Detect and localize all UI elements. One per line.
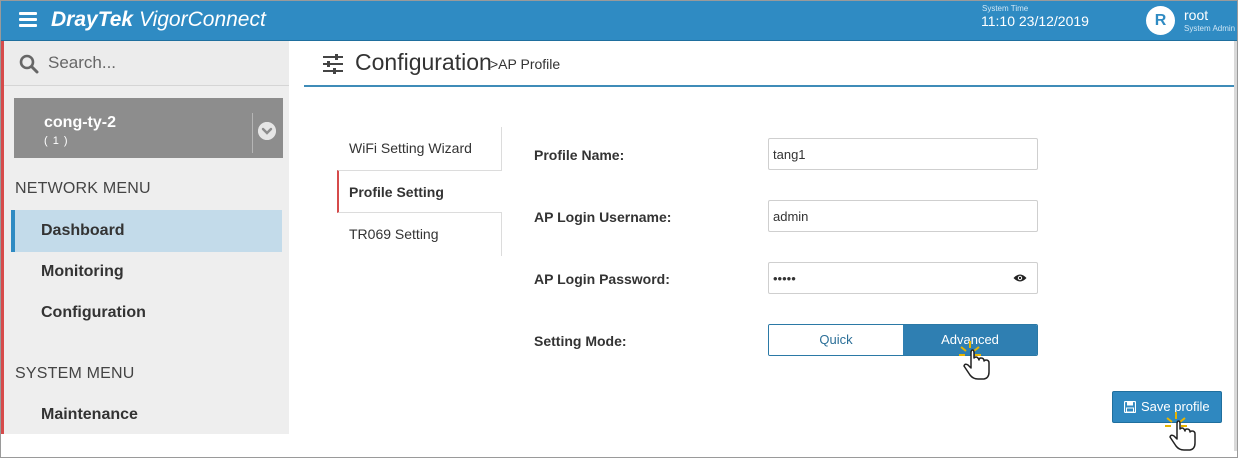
profile-name-label: Profile Name: — [534, 147, 625, 163]
site-selector[interactable]: cong-ty-2 ( 1 ) — [14, 98, 283, 158]
setting-mode-label: Setting Mode: — [534, 333, 627, 349]
system-menu-heading: SYSTEM MENU — [15, 365, 135, 382]
sidebar: cong-ty-2 ( 1 ) NETWORK MENU Dashboard M… — [1, 41, 289, 434]
brand-bold: DrayTek — [51, 8, 134, 31]
tab-wifi-setting-wizard[interactable]: WiFi Setting Wizard — [337, 127, 502, 170]
page-title: Configuration — [355, 49, 492, 75]
save-profile-label: Save profile — [1141, 399, 1210, 414]
search-icon — [19, 54, 39, 74]
menu-item-configuration[interactable]: Configuration — [11, 292, 282, 334]
save-profile-button[interactable]: Save profile — [1112, 391, 1222, 423]
profile-name-input[interactable] — [768, 138, 1038, 170]
site-name: cong-ty-2 — [44, 114, 116, 131]
page-header: Configuration >AP Profile — [304, 41, 1236, 87]
mode-quick-button[interactable]: Quick — [769, 325, 903, 355]
floppy-disk-icon — [1124, 401, 1136, 413]
top-bar: DrayTek VigorConnect System Time 11:10 2… — [1, 1, 1237, 41]
menu-icon[interactable] — [19, 12, 37, 28]
system-time-label: System Time — [982, 4, 1029, 13]
eye-icon[interactable] — [1013, 273, 1027, 283]
tab-profile-setting[interactable]: Profile Setting — [337, 170, 502, 213]
avatar[interactable]: R — [1146, 6, 1175, 35]
setting-mode-toggle: Quick Advanced — [768, 324, 1038, 356]
user-name[interactable]: root — [1184, 7, 1208, 23]
search-bar — [4, 41, 289, 86]
username-label: AP Login Username: — [534, 209, 672, 225]
sliders-icon — [323, 54, 343, 74]
password-label: AP Login Password: — [534, 271, 670, 287]
menu-item-monitoring[interactable]: Monitoring — [11, 251, 282, 293]
tab-tr069-setting[interactable]: TR069 Setting — [337, 213, 502, 256]
site-count: ( 1 ) — [44, 135, 69, 147]
brand-logo: DrayTek VigorConnect — [51, 8, 266, 32]
menu-item-dashboard[interactable]: Dashboard — [11, 210, 282, 252]
search-input[interactable] — [48, 51, 278, 75]
breadcrumb: >AP Profile — [490, 56, 561, 72]
password-input[interactable] — [768, 262, 1038, 294]
menu-item-maintenance[interactable]: Maintenance — [11, 394, 282, 436]
system-time: 11:10 23/12/2019 — [981, 13, 1089, 29]
scrollbar[interactable] — [1234, 41, 1237, 451]
main-content: Configuration >AP Profile WiFi Setting W… — [304, 41, 1236, 451]
brand-light: VigorConnect — [138, 8, 266, 31]
user-role: System Admin — [1184, 24, 1236, 33]
app-window: DrayTek VigorConnect System Time 11:10 2… — [0, 0, 1238, 458]
divider — [252, 113, 253, 153]
chevron-down-icon[interactable] — [258, 122, 276, 140]
username-input[interactable] — [768, 200, 1038, 232]
mode-advanced-button[interactable]: Advanced — [903, 325, 1037, 355]
network-menu-heading: NETWORK MENU — [15, 180, 151, 197]
